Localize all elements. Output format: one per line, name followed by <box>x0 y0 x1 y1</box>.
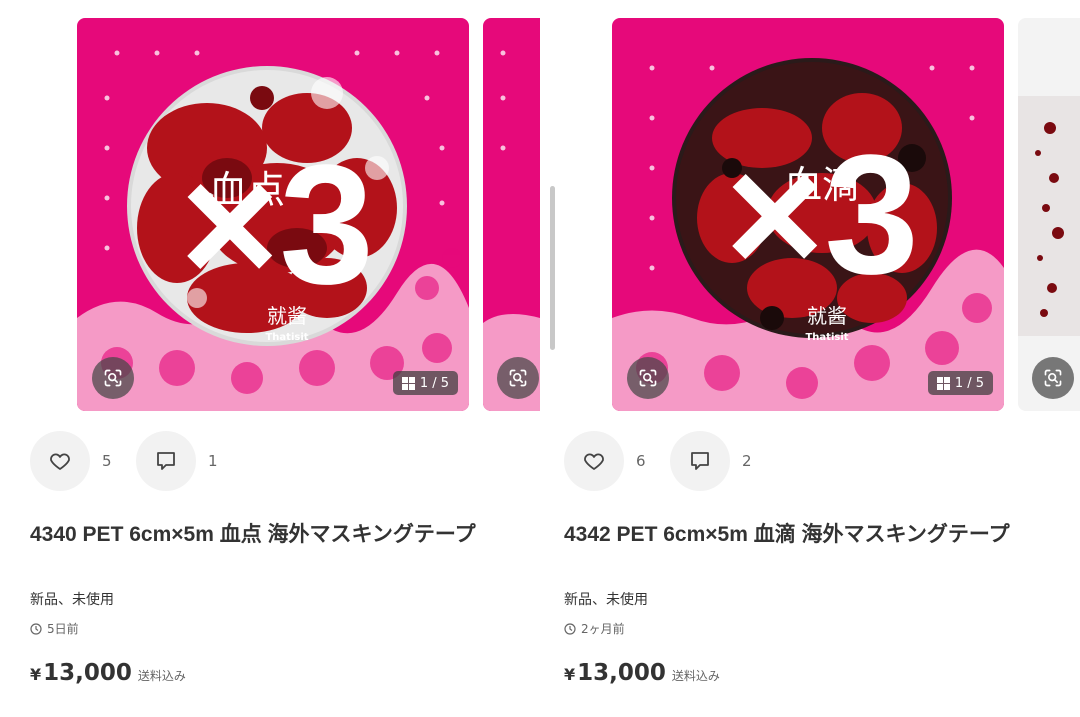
currency-symbol: ¥ <box>30 665 42 684</box>
price: ¥ 13,000 送料込み <box>564 660 720 686</box>
product-title[interactable]: 4340 PET 6cm×5m 血点 海外マスキングテープ <box>30 520 530 550</box>
price-amount: 13,000 <box>577 660 666 686</box>
image-search-button[interactable] <box>627 357 669 399</box>
comment-icon <box>691 452 709 470</box>
like-button[interactable] <box>564 431 624 491</box>
next-image-preview <box>1018 18 1080 411</box>
image-carousel[interactable]: 血点 就酱 Thatisit ×3 1 / 5 <box>77 18 540 411</box>
engagement-bar: 5 1 <box>30 430 242 492</box>
item-condition: 新品、未使用 <box>30 592 114 608</box>
posted-time: 5日前 <box>30 620 79 637</box>
comment-count: 1 <box>208 452 218 470</box>
overlay-quantity: ×3 <box>180 130 374 320</box>
product-photo-tape-blood-drops: 血滴 就酱 Thatisit ×3 <box>612 18 1004 411</box>
price-amount: 13,000 <box>43 660 132 686</box>
image-search-button[interactable] <box>1032 357 1074 399</box>
image-search-button[interactable] <box>92 357 134 399</box>
comment-button[interactable] <box>136 431 196 491</box>
product-image[interactable]: 血滴 就酱 Thatisit ×3 1 / 5 <box>612 18 1004 411</box>
image-counter-text: 1 / 5 <box>419 375 449 391</box>
image-counter: 1 / 5 <box>927 371 993 395</box>
grid-icon <box>936 376 950 390</box>
heart-icon <box>584 453 604 470</box>
product-card[interactable]: 血点 就酱 Thatisit ×3 1 / 5 5 1 4340 PET 6cm… <box>0 0 540 717</box>
item-condition: 新品、未使用 <box>564 592 648 608</box>
like-count: 6 <box>636 452 646 470</box>
image-counter: 1 / 5 <box>392 371 458 395</box>
image-search-icon <box>1044 369 1062 387</box>
tape-brand: Thatisit <box>265 332 308 343</box>
engagement-bar: 6 2 <box>564 430 776 492</box>
currency-symbol: ¥ <box>564 665 576 684</box>
clock-icon <box>30 622 42 635</box>
image-carousel[interactable]: 血滴 就酱 Thatisit ×3 1 / 5 <box>612 18 1080 411</box>
next-image-preview <box>483 18 540 411</box>
product-image[interactable]: 血点 就酱 Thatisit ×3 1 / 5 <box>77 18 469 411</box>
shipping-label: 送料込み <box>137 669 186 683</box>
shipping-label: 送料込み <box>671 669 720 683</box>
like-count: 5 <box>102 452 112 470</box>
grid-icon <box>401 376 415 390</box>
posted-time-text: 5日前 <box>47 622 79 636</box>
posted-time-text: 2ヶ月前 <box>581 622 625 636</box>
tape-brand: Thatisit <box>805 332 848 343</box>
image-counter-text: 1 / 5 <box>954 375 984 391</box>
next-product-image[interactable] <box>483 18 540 411</box>
image-search-button[interactable] <box>497 357 539 399</box>
product-photo-tape-blood-spots: 血点 就酱 Thatisit ×3 <box>77 18 469 411</box>
product-card[interactable]: 血滴 就酱 Thatisit ×3 1 / 5 6 2 4342 PET 6cm… <box>540 0 1080 717</box>
comment-count: 2 <box>742 452 752 470</box>
next-product-image[interactable] <box>1018 18 1080 411</box>
overlay-quantity: ×3 <box>725 120 919 310</box>
posted-time: 2ヶ月前 <box>564 620 625 637</box>
image-search-icon <box>639 369 657 387</box>
comment-icon <box>157 452 175 470</box>
price: ¥ 13,000 送料込み <box>30 660 186 686</box>
like-button[interactable] <box>30 431 90 491</box>
image-search-icon <box>509 369 527 387</box>
product-title[interactable]: 4342 PET 6cm×5m 血滴 海外マスキングテープ <box>564 520 1064 550</box>
heart-icon <box>50 453 70 470</box>
image-search-icon <box>104 369 122 387</box>
clock-icon <box>564 622 576 635</box>
comment-button[interactable] <box>670 431 730 491</box>
